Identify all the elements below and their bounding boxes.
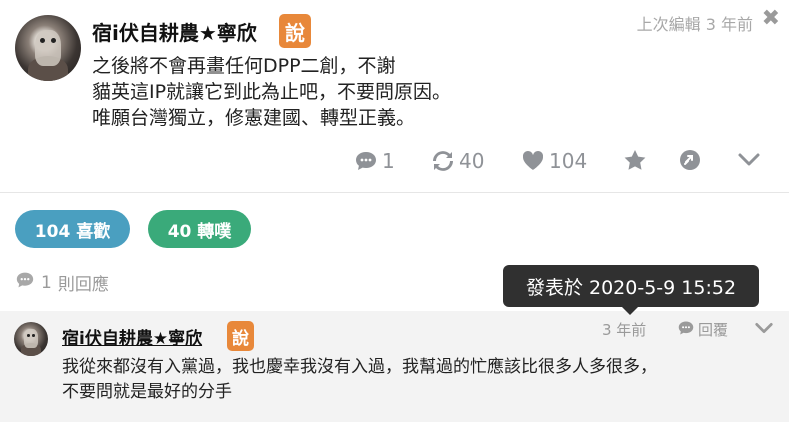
timestamp-tooltip: 發表於 2020-5-9 15:52: [503, 265, 759, 307]
favorite-button[interactable]: [623, 149, 647, 171]
comment-icon: [354, 150, 378, 172]
likes-pill[interactable]: 104 喜歡: [15, 210, 130, 248]
reply-count-number: 1: [41, 272, 52, 293]
post-actions: 1 40 104: [0, 149, 789, 179]
post-content-line: 貓英這IP就讓它到此為止吧，不要問原因。: [92, 81, 452, 103]
post-content: 之後將不會再畫任何DPP二創，不謝 貓英這IP就讓它到此為止吧，不要問原因。 唯…: [92, 53, 451, 131]
reply-timestamp[interactable]: 3 年前: [602, 319, 646, 340]
post-card: 宿i伏自耕農★寧欣 說 上次編輯 3 年前 ✖ 之後將不會再畫任何DPP二創，不…: [0, 0, 789, 192]
post-author-name[interactable]: 宿i伏自耕農★寧欣: [92, 17, 257, 46]
shares-pill[interactable]: 40 轉噗: [148, 210, 251, 248]
comment-icon: [15, 271, 35, 294]
reply-content-line: 不要問就是最好的分手: [62, 382, 232, 402]
reply-count-label: 則回應: [57, 275, 109, 295]
reply-card: 宿i伏自耕農★寧欣 說 3 年前 回覆 我從來都沒有入黨過，我也慶幸我沒有入過，…: [0, 311, 789, 422]
reply-content: 我從來都沒有入黨過，我也慶幸我沒有入過，我幫過的忙應該比很多人多很多， 不要問就…: [62, 355, 657, 405]
qualifier-badge: 說: [279, 14, 311, 48]
repost-icon: [431, 150, 455, 172]
star-icon: [623, 149, 647, 171]
qualifier-badge: 說: [227, 321, 254, 351]
like-button[interactable]: 104: [521, 149, 587, 173]
comment-icon: [677, 320, 695, 340]
repost-count: 40: [459, 149, 485, 173]
comment-count: 1: [382, 149, 395, 173]
avatar[interactable]: [14, 322, 48, 356]
post-content-line: 之後將不會再畫任何DPP二創，不謝: [92, 55, 396, 77]
divider: [0, 192, 789, 193]
close-icon[interactable]: ✖: [762, 6, 780, 31]
reply-count: 1 則回應: [15, 270, 109, 295]
more-options-button[interactable]: [737, 149, 761, 171]
chevron-down-icon[interactable]: [752, 318, 776, 342]
reply-content-line: 我從來都沒有入黨過，我也慶幸我沒有入過，我幫過的忙應該比很多人多很多，: [62, 357, 657, 377]
chevron-down-icon: [737, 149, 761, 171]
link-icon: [679, 149, 701, 171]
link-button[interactable]: [679, 149, 701, 171]
post-content-line: 唯願台灣獨立，修憲建國、轉型正義。: [92, 107, 416, 129]
heart-icon: [521, 150, 545, 172]
reply-button[interactable]: 回覆: [677, 319, 728, 340]
like-count: 104: [549, 149, 588, 173]
avatar[interactable]: [15, 15, 81, 81]
reply-button-label: 回覆: [698, 321, 729, 339]
reply-author-name[interactable]: 宿i伏自耕農★寧欣: [62, 324, 202, 349]
edited-timestamp: 上次編輯 3 年前: [636, 15, 753, 34]
repost-button[interactable]: 40: [431, 149, 484, 173]
tooltip-arrow: [622, 307, 638, 315]
comment-button[interactable]: 1: [354, 149, 395, 173]
